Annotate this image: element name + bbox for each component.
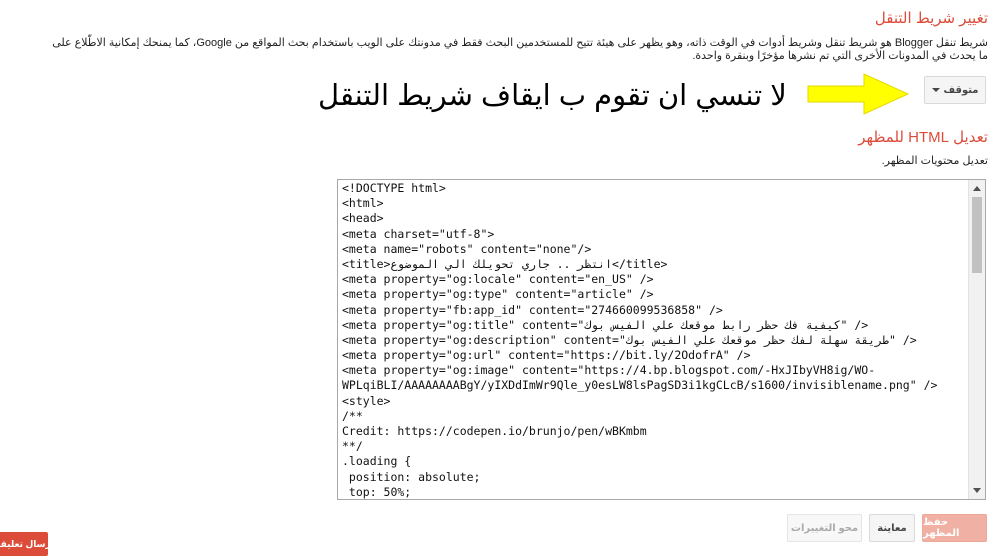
code-line: <style> bbox=[342, 393, 391, 408]
save-theme-button[interactable]: حفظ المظهر bbox=[922, 514, 987, 542]
code-line: <meta property="og:type" content="articl… bbox=[342, 287, 654, 302]
code-line: /** bbox=[342, 408, 363, 423]
code-line: <meta property="og:locale" content="en_U… bbox=[342, 272, 654, 287]
code-line: <title>انتظر .. جاري تحويلك الي الموضوع<… bbox=[342, 256, 668, 271]
scroll-down-icon[interactable] bbox=[969, 482, 985, 499]
navbar-style-dropdown[interactable]: متوقف bbox=[924, 76, 986, 104]
code-line: <head> bbox=[342, 211, 384, 226]
scrollbar-thumb[interactable] bbox=[972, 197, 982, 273]
edit-html-description: تعديل محتويات المظهر. bbox=[881, 155, 988, 167]
code-line: <html> bbox=[342, 196, 384, 211]
code-content[interactable]: <!DOCTYPE html> <html> <head> <meta charset… bbox=[342, 181, 967, 499]
code-line: <!DOCTYPE html> bbox=[342, 181, 446, 195]
code-line: Credit: https://codepen.io/brunjo/pen/wB… bbox=[342, 424, 647, 438]
code-line: **/ bbox=[342, 439, 363, 454]
code-line: <meta property="og:description" content=… bbox=[342, 332, 917, 347]
code-line: <meta property="og:title" content="كيفية… bbox=[342, 317, 869, 332]
scroll-up-icon[interactable] bbox=[969, 180, 985, 197]
code-line: <meta property="og:url" content="https:/… bbox=[342, 348, 751, 363]
navbar-section-title: تغيير شريط التنقل bbox=[874, 10, 988, 27]
yellow-arrow-icon bbox=[807, 73, 910, 115]
edit-html-title: تعديل HTML للمظهر bbox=[858, 129, 988, 146]
code-line: top: 50%; bbox=[342, 484, 412, 499]
send-feedback-button[interactable]: إرسال تعليقات bbox=[0, 532, 48, 556]
preview-button[interactable]: معاينة bbox=[869, 514, 915, 542]
code-line: <meta name="robots" content="none"/> bbox=[342, 241, 592, 256]
code-line: position: absolute; bbox=[342, 469, 481, 484]
navbar-dropdown-label: متوقف bbox=[943, 84, 979, 96]
navbar-description: شريط تنقل Blogger هو شريط تنقل وشريط أدو… bbox=[52, 37, 988, 62]
annotation-text: لا تنسي ان تقوم ب ايقاف شريط التنقل bbox=[318, 80, 787, 112]
clear-changes-button[interactable]: محو التغييرات bbox=[787, 514, 862, 542]
editor-scrollbar[interactable] bbox=[968, 180, 985, 499]
html-code-editor[interactable]: <!DOCTYPE html> <html> <head> <meta charset… bbox=[337, 179, 986, 500]
code-line: <meta property="fb:app_id" content="2746… bbox=[342, 302, 723, 317]
code-line: <meta charset="utf-8"> bbox=[342, 226, 495, 241]
code-line: WPLqiBLI/AAAAAAAABgY/yIXDdImWr9Qle_y0esL… bbox=[342, 378, 938, 393]
code-line: <meta property="og:image" content="https… bbox=[342, 363, 876, 378]
chevron-down-icon bbox=[931, 88, 940, 92]
code-line: .loading { bbox=[342, 454, 412, 469]
